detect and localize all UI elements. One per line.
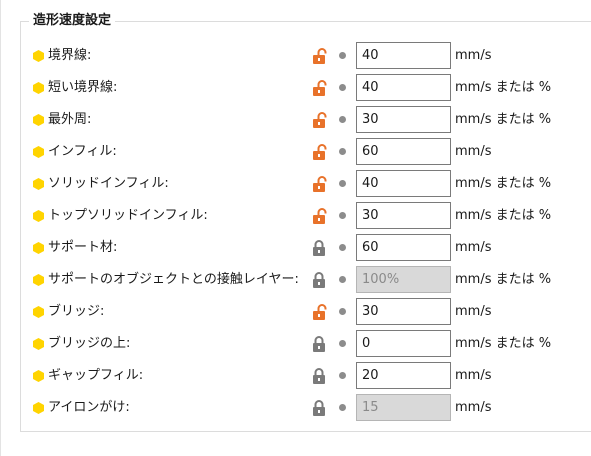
setting-label: ギャップフィル:: [48, 368, 144, 383]
speed-value-input[interactable]: [356, 234, 451, 261]
speed-value-input: [356, 394, 451, 421]
setting-label: アイロンがけ:: [48, 400, 130, 415]
print-speed-panel: 造形速度設定 境界線: mm/s 短い境界線: mm/s または % 最外周: mm/s …: [0, 0, 591, 456]
locked-lock-icon[interactable]: [311, 399, 327, 417]
hexagon-bullet-icon: [33, 338, 44, 350]
setting-label: インフィル:: [48, 144, 117, 159]
reset-dot-icon[interactable]: [339, 84, 346, 91]
speed-value-input[interactable]: [356, 362, 451, 389]
unit-label: mm/s または %: [455, 336, 552, 351]
hexagon-bullet-icon: [33, 370, 44, 382]
setting-row: インフィル: mm/s: [0, 137, 591, 167]
unlocked-lock-icon[interactable]: [311, 143, 327, 161]
unlocked-lock-icon[interactable]: [311, 207, 327, 225]
reset-dot-icon[interactable]: [339, 148, 346, 155]
setting-row: 短い境界線: mm/s または %: [0, 73, 591, 103]
unlocked-lock-icon[interactable]: [311, 79, 327, 97]
speed-value-input[interactable]: [356, 106, 451, 133]
setting-label: 最外周:: [48, 112, 92, 127]
speed-value-input[interactable]: [356, 330, 451, 357]
reset-dot-icon[interactable]: [339, 180, 346, 187]
unit-label: mm/s: [455, 48, 492, 63]
setting-row: トップソリッドインフィル: mm/s または %: [0, 201, 591, 231]
speed-value-input[interactable]: [356, 42, 451, 69]
unit-label: mm/s: [455, 368, 492, 383]
setting-row: 境界線: mm/s: [0, 41, 591, 71]
setting-label: トップソリッドインフィル:: [48, 208, 208, 223]
reset-dot-icon[interactable]: [339, 116, 346, 123]
hexagon-bullet-icon: [33, 178, 44, 190]
locked-lock-icon[interactable]: [311, 367, 327, 385]
unit-label: mm/s: [455, 304, 492, 319]
unit-label: mm/s: [455, 144, 492, 159]
locked-lock-icon[interactable]: [311, 271, 327, 289]
setting-label: サポートのオブジェクトとの接触レイヤー:: [48, 272, 299, 287]
unit-label: mm/s または %: [455, 208, 552, 223]
group-title: 造形速度設定: [29, 13, 116, 29]
locked-lock-icon[interactable]: [311, 239, 327, 257]
hexagon-bullet-icon: [33, 306, 44, 318]
hexagon-bullet-icon: [33, 402, 44, 414]
reset-dot-icon[interactable]: [339, 52, 346, 59]
reset-dot-icon[interactable]: [339, 340, 346, 347]
speed-value-input[interactable]: [356, 298, 451, 325]
locked-lock-icon[interactable]: [311, 335, 327, 353]
setting-row: アイロンがけ: mm/s: [0, 393, 591, 423]
reset-dot-icon[interactable]: [339, 244, 346, 251]
unit-label: mm/s: [455, 240, 492, 255]
speed-value-input: [356, 266, 451, 293]
hexagon-bullet-icon: [33, 82, 44, 94]
setting-row: ギャップフィル: mm/s: [0, 361, 591, 391]
unlocked-lock-icon[interactable]: [311, 175, 327, 193]
reset-dot-icon[interactable]: [339, 308, 346, 315]
setting-row: サポート材: mm/s: [0, 233, 591, 263]
reset-dot-icon[interactable]: [339, 276, 346, 283]
unlocked-lock-icon[interactable]: [311, 111, 327, 129]
speed-value-input[interactable]: [356, 138, 451, 165]
hexagon-bullet-icon: [33, 114, 44, 126]
unlocked-lock-icon[interactable]: [311, 303, 327, 321]
hexagon-bullet-icon: [33, 210, 44, 222]
setting-row: 最外周: mm/s または %: [0, 105, 591, 135]
unit-label: mm/s: [455, 400, 492, 415]
setting-label: ブリッジ:: [48, 304, 105, 319]
setting-label: 短い境界線:: [48, 80, 118, 95]
reset-dot-icon[interactable]: [339, 404, 346, 411]
reset-dot-icon[interactable]: [339, 212, 346, 219]
unit-label: mm/s または %: [455, 80, 552, 95]
unit-label: mm/s または %: [455, 176, 552, 191]
setting-label: 境界線:: [48, 48, 92, 63]
setting-row: ソリッドインフィル: mm/s または %: [0, 169, 591, 199]
unit-label: mm/s または %: [455, 272, 552, 287]
setting-label: ソリッドインフィル:: [48, 176, 169, 191]
setting-label: サポート材:: [48, 240, 118, 255]
unlocked-lock-icon[interactable]: [311, 47, 327, 65]
setting-row: ブリッジの上: mm/s または %: [0, 329, 591, 359]
speed-value-input[interactable]: [356, 74, 451, 101]
speed-value-input[interactable]: [356, 202, 451, 229]
speed-value-input[interactable]: [356, 170, 451, 197]
reset-dot-icon[interactable]: [339, 372, 346, 379]
setting-row: サポートのオブジェクトとの接触レイヤー: mm/s または %: [0, 265, 591, 295]
hexagon-bullet-icon: [33, 274, 44, 286]
hexagon-bullet-icon: [33, 50, 44, 62]
hexagon-bullet-icon: [33, 146, 44, 158]
setting-row: ブリッジ: mm/s: [0, 297, 591, 327]
unit-label: mm/s または %: [455, 112, 552, 127]
hexagon-bullet-icon: [33, 242, 44, 254]
setting-label: ブリッジの上:: [48, 336, 131, 351]
